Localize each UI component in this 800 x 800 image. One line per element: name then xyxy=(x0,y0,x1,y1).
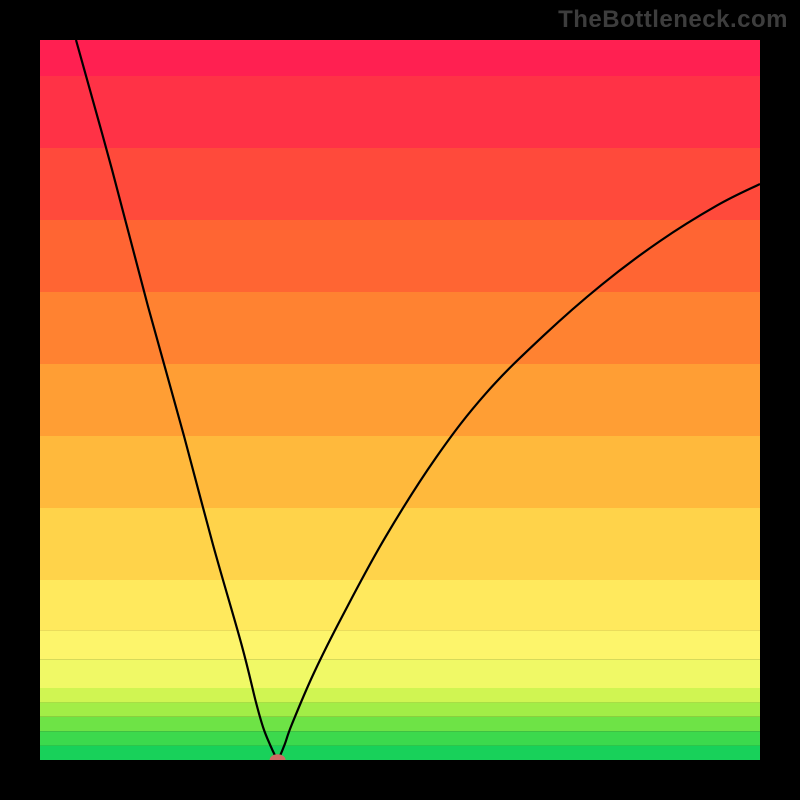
gradient-band xyxy=(40,76,760,148)
gradient-background xyxy=(40,40,760,760)
bottleneck-chart xyxy=(40,40,760,760)
gradient-band xyxy=(40,508,760,580)
gradient-band xyxy=(40,688,760,702)
gradient-band xyxy=(40,436,760,508)
gradient-band xyxy=(40,659,760,688)
chart-frame: TheBottleneck.com xyxy=(0,0,800,800)
watermark-label: TheBottleneck.com xyxy=(558,6,788,34)
gradient-band xyxy=(40,580,760,630)
gradient-band xyxy=(40,40,760,76)
gradient-band xyxy=(40,702,760,716)
gradient-band xyxy=(40,630,760,659)
gradient-band xyxy=(40,148,760,220)
gradient-band xyxy=(40,364,760,436)
gradient-band xyxy=(40,717,760,731)
gradient-band xyxy=(40,220,760,292)
gradient-band xyxy=(40,731,760,745)
gradient-band xyxy=(40,746,760,760)
